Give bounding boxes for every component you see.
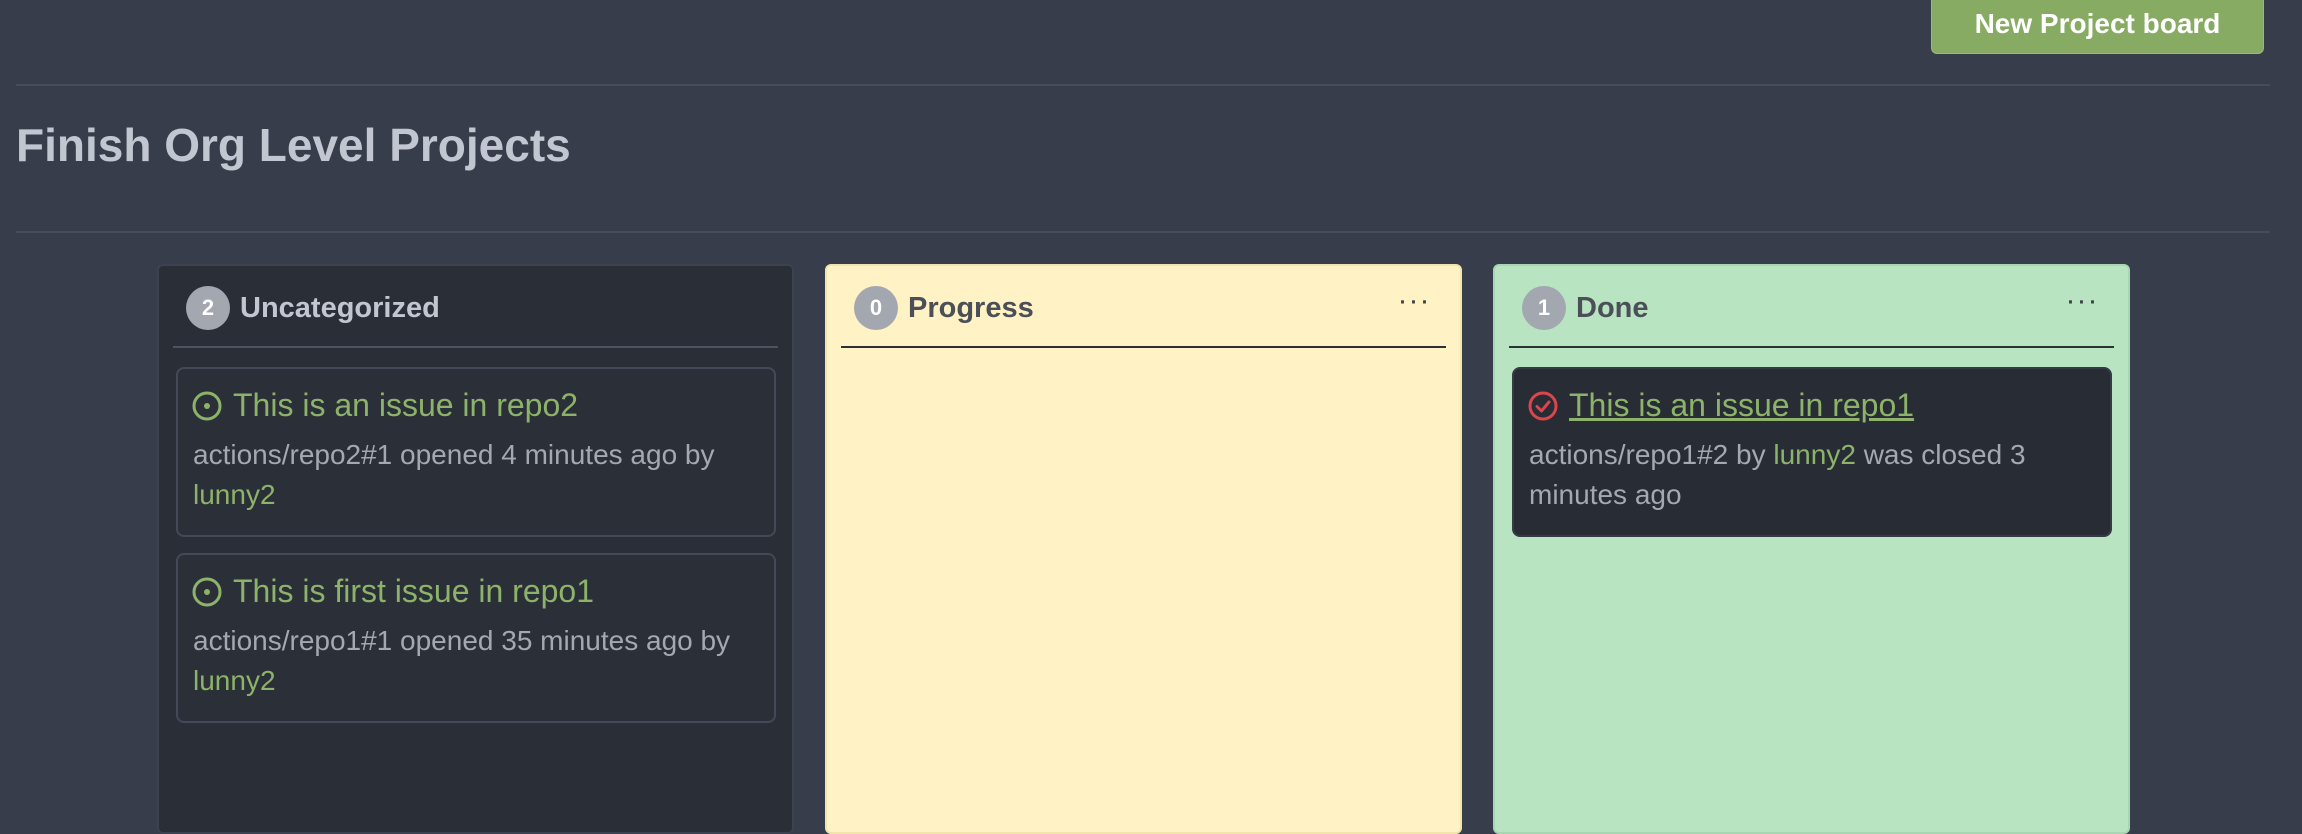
column-title: Progress [908, 292, 1034, 324]
issue-meta: actions/repo2#1 opened 4 minutes ago by … [193, 435, 763, 515]
issue-card[interactable]: This is first issue in repo1 actions/rep… [176, 553, 776, 723]
issue-author-link[interactable]: lunny2 [1773, 439, 1856, 470]
issue-closed-icon [1528, 391, 1558, 420]
column-count-badge: 1 [1522, 286, 1566, 330]
column-count-badge: 2 [186, 286, 230, 330]
kebab-menu-icon[interactable]: ··· [2060, 284, 2104, 318]
issue-meta: actions/repo1#1 opened 35 minutes ago by… [193, 621, 763, 701]
issue-meta-text: actions/repo1#1 opened 35 minutes ago by [193, 625, 731, 656]
kebab-menu-icon[interactable]: ··· [1392, 284, 1436, 318]
page-title: Finish Org Level Projects [16, 119, 571, 171]
column-title: Done [1576, 292, 1649, 324]
header-divider [16, 84, 2270, 86]
column-count-badge: 0 [854, 286, 898, 330]
column-header: 2 Uncategorized [173, 266, 778, 348]
column-title: Uncategorized [240, 292, 440, 324]
issue-author-link[interactable]: lunny2 [193, 479, 276, 510]
issue-title-link[interactable]: This is an issue in repo2 [233, 387, 578, 424]
column-header: 0 Progress ··· [841, 266, 1446, 348]
issue-meta-text: actions/repo1#2 by [1529, 439, 1766, 470]
issue-opened-icon [192, 577, 222, 606]
column-done: 1 Done ··· This is an issue in repo1 act… [1493, 264, 2130, 834]
issue-title-link[interactable]: This is an issue in repo1 [1569, 387, 1914, 424]
column-progress: 0 Progress ··· [825, 264, 1462, 834]
new-project-board-button[interactable]: New Project board [1931, 0, 2264, 54]
issue-card[interactable]: This is an issue in repo2 actions/repo2#… [176, 367, 776, 537]
issue-author-link[interactable]: lunny2 [193, 665, 276, 696]
issue-card[interactable]: This is an issue in repo1 actions/repo1#… [1512, 367, 2112, 537]
issue-meta: actions/repo1#2 by lunny2 was closed 3 m… [1529, 435, 2099, 515]
column-uncategorized: 2 Uncategorized This is an issue in repo… [157, 264, 794, 834]
title-divider [16, 231, 2270, 233]
issue-meta-text: actions/repo2#1 opened 4 minutes ago by [193, 439, 715, 470]
issue-opened-icon [192, 391, 222, 420]
issue-title-link[interactable]: This is first issue in repo1 [233, 573, 594, 610]
column-header: 1 Done ··· [1509, 266, 2114, 348]
